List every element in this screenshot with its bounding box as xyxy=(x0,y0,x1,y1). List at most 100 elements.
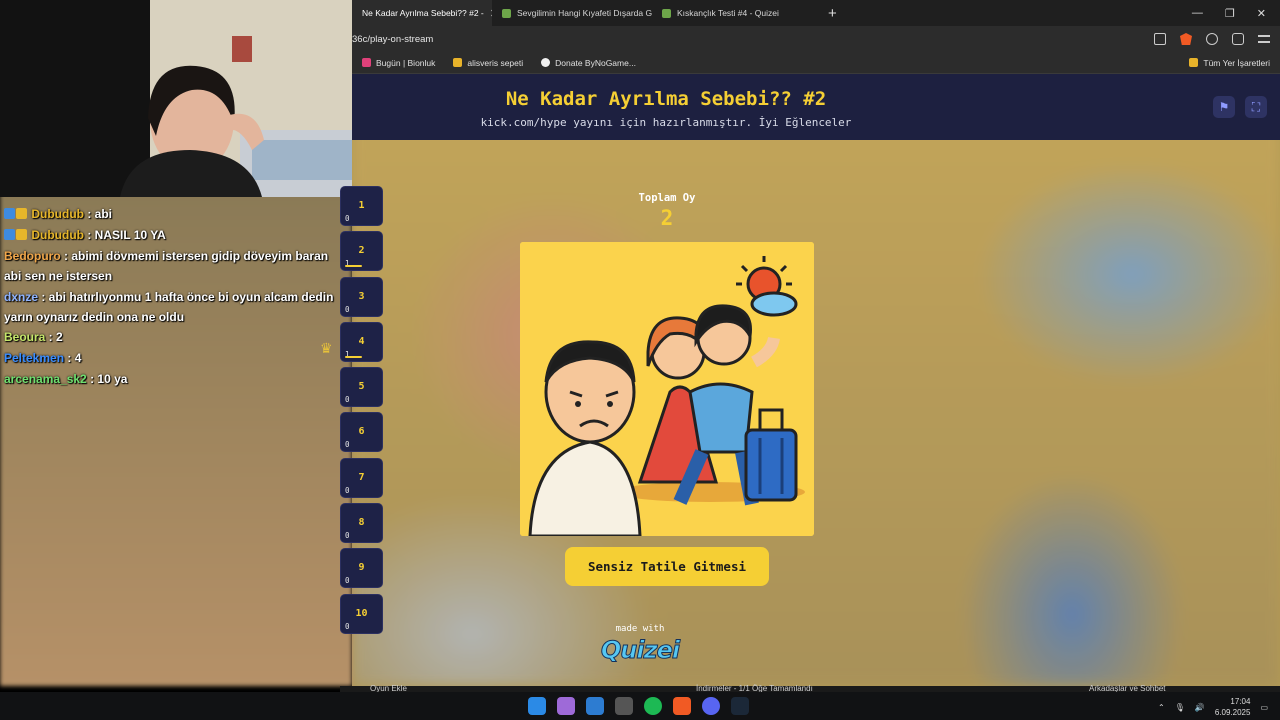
window-controls: — ❐ ✕ xyxy=(1192,7,1280,20)
chat-message: Beoura : 2 xyxy=(4,327,340,347)
question-number: 8 xyxy=(358,517,365,529)
chat-username: dxnze xyxy=(4,290,39,304)
question-item-7[interactable]: 70 xyxy=(340,457,383,498)
quiz-header: Ne Kadar Ayrılma Sebebi?? #2 kick.com/hy… xyxy=(352,74,1280,140)
microphone-icon[interactable]: 🎙 xyxy=(1175,703,1185,712)
question-item-8[interactable]: 80 xyxy=(340,503,383,544)
clock[interactable]: 17:04 6.09.2025 xyxy=(1215,696,1251,718)
tab-sevgilimin[interactable]: Sevgilimin Hangi Kıyafeti Dışarda Giye xyxy=(492,0,652,26)
chat-text: : 2 xyxy=(45,330,63,344)
subscriber-badge-icon xyxy=(4,229,15,240)
question-number: 7 xyxy=(358,471,365,483)
vote-bar xyxy=(345,355,362,358)
question-number: 9 xyxy=(358,562,365,574)
crown-badge-icon xyxy=(16,208,27,219)
question-votes: 0 xyxy=(345,485,350,495)
vscode-icon[interactable] xyxy=(586,697,604,715)
question-item-10[interactable]: 10 0 xyxy=(340,593,383,634)
notification-icon[interactable]: ▭ xyxy=(1260,703,1268,712)
tab-active[interactable]: Ne Kadar Ayrılma Sebebi?? #2 - ✕ xyxy=(352,0,492,26)
extensions-icon[interactable] xyxy=(1206,33,1218,45)
quiz-title: Ne Kadar Ayrılma Sebebi?? #2 xyxy=(505,88,827,110)
question-item-3[interactable]: 30 xyxy=(340,276,383,317)
volume-icon[interactable]: 🔊 xyxy=(1195,703,1205,712)
made-with-text: made with xyxy=(615,624,665,634)
chat-text: : abi xyxy=(84,207,113,221)
menu-icon[interactable] xyxy=(1258,35,1270,43)
restore-icon[interactable]: ❐ xyxy=(1225,7,1235,20)
close-window-icon[interactable]: ✕ xyxy=(1257,7,1266,20)
chat-message: Dubudub : NASIL 10 YA xyxy=(4,225,340,245)
stream-chat: Dubudub : abi Dubudub : NASIL 10 YA Bedo… xyxy=(0,197,340,687)
brave-icon[interactable] xyxy=(673,697,691,715)
chat-message: Dubudub : abi xyxy=(4,204,340,224)
question-votes: 0 xyxy=(345,531,350,541)
total-votes-value: 2 xyxy=(660,206,674,230)
new-tab-icon[interactable]: + xyxy=(828,5,837,22)
question-number: 4 xyxy=(358,335,365,347)
bionluk-icon xyxy=(362,58,371,67)
toolbar-icons xyxy=(1154,33,1280,45)
question-item-1[interactable]: 10 xyxy=(340,186,383,226)
chevron-up-icon[interactable]: ⌃ xyxy=(1158,703,1165,712)
question-item-4[interactable]: 41 xyxy=(340,321,383,362)
webcam-feed xyxy=(0,0,352,197)
copilot-icon[interactable] xyxy=(557,697,575,715)
crown-icon: ♛ xyxy=(320,340,333,356)
chat-message: Bedopuro : abimi dövmemi istersen gidip … xyxy=(4,246,340,286)
chat-message: dxnze : abi hatırlıyonmu 1 hafta önce bi… xyxy=(4,287,340,327)
question-image xyxy=(520,242,814,536)
tab-kiskanclik[interactable]: Kıskançlık Testi #4 - Quizei xyxy=(652,0,822,26)
obs-icon[interactable] xyxy=(615,697,633,715)
vote-bar xyxy=(345,265,362,268)
wallet-icon[interactable] xyxy=(1232,33,1244,45)
bookmark-bionluk[interactable]: Bugün | Bionluk xyxy=(362,58,435,68)
fullscreen-icon[interactable]: ⛶ xyxy=(1245,96,1267,118)
question-votes: 0 xyxy=(345,576,350,586)
brave-shield-icon[interactable] xyxy=(1180,33,1192,45)
quiz-subtitle: kick.com/hype yayını için hazırlanmıştır… xyxy=(480,116,852,129)
system-tray: ⌃ 🎙 🔊 17:04 6.09.2025 ▭ xyxy=(1158,696,1268,718)
url-field[interactable]: 36c/play-on-stream xyxy=(352,34,433,45)
bookmark-label: Tüm Yer İşaretleri xyxy=(1203,57,1270,68)
share-icon[interactable] xyxy=(1154,33,1166,45)
steam-icon[interactable] xyxy=(731,697,749,715)
question-votes: 0 xyxy=(345,621,350,631)
spotify-icon[interactable] xyxy=(644,697,662,715)
address-bar: 36c/play-on-stream xyxy=(352,26,1280,52)
tab-label: Kıskançlık Testi #4 - Quizei xyxy=(677,8,779,18)
taskbar-apps xyxy=(528,697,749,715)
tab-label: Ne Kadar Ayrılma Sebebi?? #2 - xyxy=(362,8,484,18)
question-item-5[interactable]: 50 xyxy=(340,367,383,408)
chat-text: : NASIL 10 YA xyxy=(84,228,166,242)
chat-text: : abi hatırlıyonmu 1 hafta önce bi oyun … xyxy=(4,290,334,324)
all-bookmarks[interactable]: Tüm Yer İşaretleri xyxy=(1189,58,1280,68)
question-item-6[interactable]: 60 xyxy=(340,412,383,453)
bookmark-donate[interactable]: Donate ByNoGame... xyxy=(541,58,636,68)
chat-username: Dubudub xyxy=(31,207,84,221)
windows-start-icon[interactable] xyxy=(528,697,546,715)
flag-icon[interactable]: ⚑ xyxy=(1213,96,1235,118)
question-item-9[interactable]: 90 xyxy=(340,548,383,589)
discord-icon[interactable] xyxy=(702,697,720,715)
question-votes: 0 xyxy=(345,214,350,223)
folder-icon xyxy=(1189,58,1199,67)
minimize-icon[interactable]: — xyxy=(1192,7,1203,20)
question-votes: 0 xyxy=(345,440,350,450)
answer-button[interactable]: Sensiz Tatile Gitmesi xyxy=(565,547,769,586)
chat-username: arcenama_sk2 xyxy=(4,372,87,386)
question-number: 10 xyxy=(355,607,368,619)
question-number: 6 xyxy=(358,426,365,438)
chat-username: Bedopuro xyxy=(4,249,61,263)
bookmark-alisveris[interactable]: alisveris sepeti xyxy=(453,58,523,68)
streamer-camera-image xyxy=(0,0,352,197)
chat-message: arcenama_sk2 : 10 ya xyxy=(4,369,340,389)
tab-label: Sevgilimin Hangi Kıyafeti Dışarda Giye xyxy=(517,8,652,18)
question-item-2[interactable]: 21 xyxy=(340,231,383,272)
question-number: 2 xyxy=(358,245,365,257)
quizei-favicon-icon xyxy=(502,8,511,18)
quiz-page: Ne Kadar Ayrılma Sebebi?? #2 kick.com/hy… xyxy=(352,74,1280,686)
question-number: 3 xyxy=(358,290,365,302)
quizei-logo[interactable]: Quizei xyxy=(598,636,682,666)
question-number: 1 xyxy=(358,200,365,211)
